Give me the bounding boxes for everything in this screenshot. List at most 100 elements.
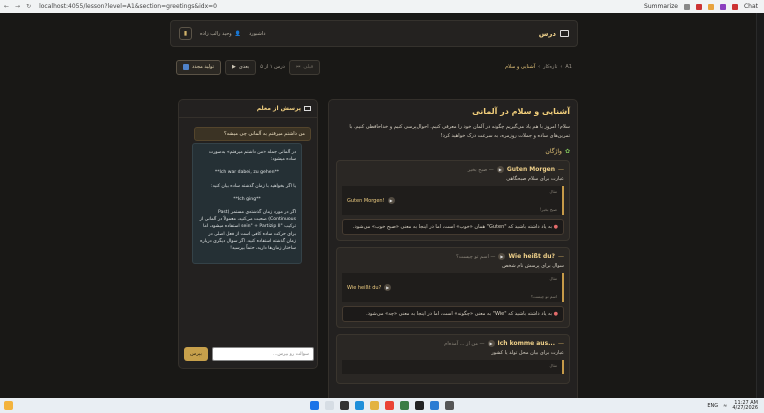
app-page: درس داشبورد 👤 وحید رالب زاده ▮ A1 › تازه…: [0, 13, 764, 398]
speaker-icon[interactable]: ▶: [487, 340, 495, 347]
chrome-icon[interactable]: [385, 401, 394, 410]
lesson-toolbar: A1 › تازه‌کار › آشنایی و سلام قبلی ⏮ درس…: [170, 57, 578, 77]
lightbulb-icon: ●: [553, 224, 558, 230]
app-icon[interactable]: [445, 401, 454, 410]
example-box: مثال ▶ Wie heißt du? اسم تو چیست؟: [342, 273, 564, 302]
tip-box: ● به یاد داشته باشید که "Guten" همان «خو…: [342, 219, 564, 235]
lesson-intro: سلام! امروز با هم یاد می‌گیریم چگونه در …: [349, 124, 570, 139]
back-icon[interactable]: ←: [4, 3, 9, 10]
crumb-vocab[interactable]: تازه‌کار: [543, 64, 557, 70]
browser-toolbar: ← → ↻ localhost:4055/lesson?level=A1&sec…: [0, 0, 764, 13]
user-name: وحید رالب زاده: [200, 30, 232, 37]
vscode-icon[interactable]: [430, 401, 439, 410]
gmail-icon[interactable]: [695, 3, 702, 10]
ask-teacher-panel: پرسش از معلم من داشتم میرفتم به آلمانی چ…: [178, 99, 318, 369]
example-box: مثال ▶ Guten Morgen! صبح بخیر!: [342, 186, 564, 215]
reply-paragraph: در آلمانی جمله «من داشتم میرفتم» به‌صورت…: [208, 150, 296, 163]
vocab-description: سوال برای پرسش نام شخص: [502, 263, 564, 269]
speaker-icon[interactable]: ▶: [387, 197, 395, 204]
next-button[interactable]: بعدی ▶: [224, 59, 257, 75]
dashboard-link[interactable]: داشبورد: [249, 31, 266, 37]
user-message: من داشتم میرفتم به آلمانی چی میشه؟: [194, 127, 311, 141]
example-label: مثال: [549, 276, 557, 281]
chat-button[interactable]: Chat: [744, 3, 758, 10]
browser-actions: Summarize Chat: [644, 3, 764, 10]
example-translation: صبح بخیر!: [539, 207, 557, 212]
lesson-title: آشنایی و سلام در آلمانی: [472, 107, 570, 116]
regenerate-label: تولید مجدد: [192, 64, 214, 70]
edge-icon[interactable]: [355, 401, 364, 410]
example-box: مثال: [342, 360, 564, 374]
tip-box: ● به یاد داشته باشید که "Wie" به معنی «چ…: [342, 306, 564, 322]
sprout-icon: ✿: [564, 148, 570, 155]
question-input[interactable]: سوالت رو بپرس...: [212, 347, 314, 361]
speaker-icon[interactable]: ▶: [498, 253, 506, 260]
chat-header: پرسش از معلم: [179, 100, 317, 118]
vocab-description: عبارت برای بیان محل تولد یا کشور: [491, 350, 564, 356]
speaker-icon[interactable]: ▶: [384, 284, 392, 291]
vocab-description: عبارت برای سلام صبحگاهی: [506, 176, 564, 182]
lightbulb-icon: ●: [553, 311, 558, 317]
extension-icon[interactable]: [707, 3, 714, 10]
tip-text: به یاد داشته باشید که "Guten" همان «خوب»…: [352, 224, 553, 230]
reply-paragraph: یا اگر بخواهید با زمان گذشته ساده بیان ک…: [211, 183, 296, 189]
lesson-nav: قبلی ⏮ درس ۱ از ۵ بعدی ▶ تولید مجدد: [176, 59, 321, 75]
vocab-meaning: — من از ... آمده‌ام: [444, 340, 485, 347]
extension-icon[interactable]: [731, 3, 738, 10]
brand[interactable]: درس: [539, 30, 569, 38]
terminal-icon[interactable]: [415, 401, 424, 410]
vocab-meaning: — اسم تو چیست؟: [456, 253, 496, 260]
next-label: بعدی: [238, 64, 250, 70]
speaker-icon[interactable]: ▶: [496, 166, 504, 173]
chat-icon: [304, 106, 311, 111]
crumb-level[interactable]: A1: [565, 64, 572, 70]
lesson-panel: آشنایی و سلام در آلمانی سلام! امروز با ه…: [328, 99, 578, 398]
example-german: Wie heißt du?: [347, 284, 382, 291]
lesson-position: درس ۱ از ۵: [260, 64, 285, 70]
reply-paragraph: **Ich war dabei, zu gehen**: [214, 170, 280, 176]
reply-paragraph: **Ich ging**: [233, 196, 261, 202]
search-icon[interactable]: [325, 401, 334, 410]
crumb-separator: ›: [560, 64, 563, 70]
trash-icon[interactable]: ▮: [179, 27, 192, 40]
browser-nav: ← → ↻: [0, 3, 31, 10]
crumb-current: آشنایی و سلام: [505, 64, 536, 70]
folder-icon[interactable]: [370, 401, 379, 410]
extension-icon[interactable]: [683, 3, 690, 10]
windows-start-icon[interactable]: [310, 401, 319, 410]
chat-input-row: بپرس سوالت رو بپرس...: [184, 347, 314, 361]
page-scrollbar[interactable]: [756, 13, 764, 398]
app-header: درس داشبورد 👤 وحید رالب زاده ▮: [170, 20, 578, 47]
play-icon: ▶: [231, 64, 236, 70]
vocab-word: Wie heißt du?: [508, 253, 555, 260]
reply-paragraph: اگر در مورد زمان گذشته‌ی مستمر (Past Con…: [199, 210, 296, 252]
example-translation: اسم تو چیست؟: [530, 294, 557, 299]
refresh-icon: [183, 64, 189, 70]
regenerate-button[interactable]: تولید مجدد: [176, 59, 221, 75]
example-label: مثال: [549, 189, 557, 194]
vocab-card: — Guten Morgen ▶ — صبح بخیر عبارت برای س…: [336, 160, 570, 241]
user-menu[interactable]: 👤 وحید رالب زاده: [200, 31, 241, 37]
summarize-button[interactable]: Summarize: [644, 3, 678, 10]
prev-label: قبلی: [303, 64, 314, 70]
prev-button[interactable]: قبلی ⏮: [288, 59, 321, 75]
user-icon: 👤: [234, 30, 241, 37]
vocab-word: Ich komme aus...: [497, 340, 556, 347]
vocab-heading: ✿ واژگان: [336, 148, 570, 155]
example-german: Guten Morgen!: [347, 197, 385, 204]
ask-button[interactable]: بپرس: [184, 347, 208, 361]
forward-icon[interactable]: →: [15, 3, 20, 10]
extension-icon[interactable]: [719, 3, 726, 10]
vocab-meaning: — صبح بخیر: [467, 166, 494, 173]
task-view-icon[interactable]: [340, 401, 349, 410]
breadcrumb: A1 › تازه‌کار › آشنایی و سلام: [505, 64, 572, 70]
vocab-heading-label: واژگان: [545, 148, 562, 155]
crumb-separator: ›: [538, 64, 541, 70]
chat-title: پرسش از معلم: [256, 105, 301, 112]
reload-icon[interactable]: ↻: [26, 3, 31, 10]
book-icon: [560, 30, 569, 37]
address-bar[interactable]: localhost:4055/lesson?level=A1&section=g…: [39, 3, 217, 10]
windows-taskbar: ENG ≈ 11:27 AM 4/27/2026: [0, 398, 764, 413]
app-icon[interactable]: [400, 401, 409, 410]
teacher-reply: در آلمانی جمله «من داشتم میرفتم» به‌صورت…: [192, 143, 302, 265]
